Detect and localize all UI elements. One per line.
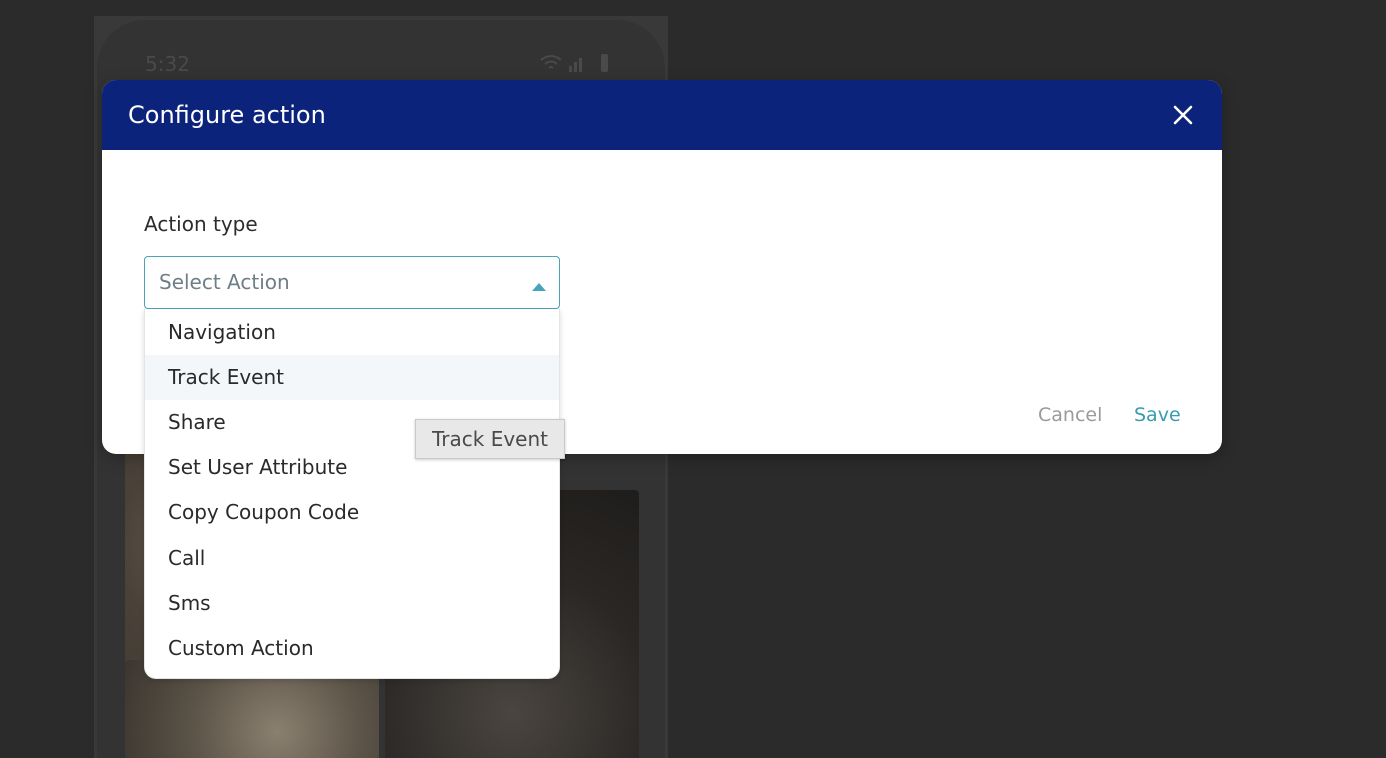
option-navigation[interactable]: Navigation: [145, 310, 559, 355]
close-icon: [1173, 105, 1193, 125]
action-type-dropdown: Navigation Track Event Share Set User At…: [144, 309, 560, 679]
save-button[interactable]: Save: [1134, 404, 1181, 426]
cancel-button[interactable]: Cancel: [1038, 404, 1102, 426]
phone-status-icons: [539, 52, 615, 79]
tooltip: Track Event: [415, 419, 565, 459]
option-sms[interactable]: Sms: [145, 581, 559, 626]
option-track-event[interactable]: Track Event: [145, 355, 559, 400]
action-type-label: Action type: [144, 212, 258, 236]
modal-header: Configure action: [102, 80, 1222, 150]
modal-title: Configure action: [128, 101, 326, 129]
wifi-signal-battery-icon: [540, 54, 608, 72]
caret-up-icon: [531, 277, 547, 291]
phone-time: 5:32: [145, 52, 190, 76]
action-type-select[interactable]: Select Action: [144, 256, 560, 309]
option-call[interactable]: Call: [145, 536, 559, 581]
option-custom-action[interactable]: Custom Action: [145, 626, 559, 671]
option-copy-coupon-code[interactable]: Copy Coupon Code: [145, 490, 559, 535]
select-placeholder: Select Action: [159, 270, 290, 294]
close-button[interactable]: [1170, 102, 1196, 128]
